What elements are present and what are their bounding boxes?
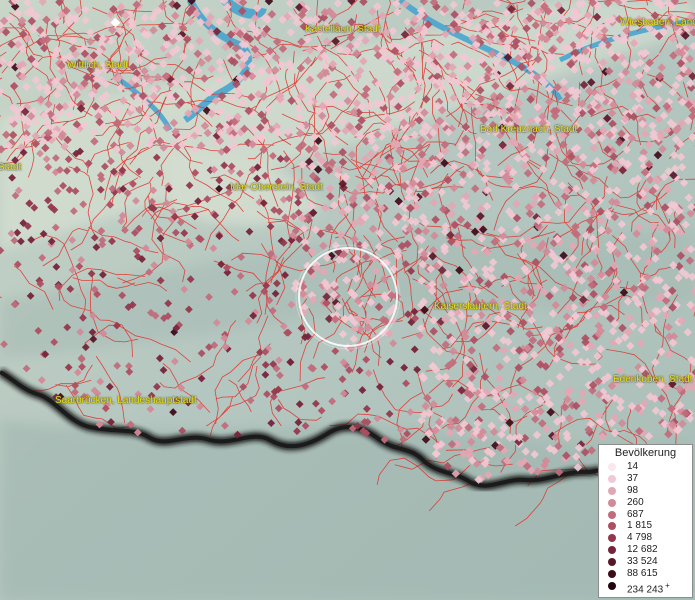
legend-title: Bevölkerung: [614, 447, 677, 459]
legend-item: 234 243 +: [599, 580, 692, 596]
legend-swatch: [608, 534, 616, 543]
legend-label: 1 815: [627, 520, 653, 532]
legend-item: 12 682: [599, 544, 692, 556]
legend-item: 33 524: [599, 556, 692, 568]
legend-label: 4 798: [627, 532, 653, 544]
legend-item: 14: [599, 461, 692, 473]
legend-swatch: [608, 581, 616, 590]
label-wittlich[interactable]: Wittlich, Stadt: [67, 60, 128, 71]
legend-swatch: [608, 498, 616, 507]
legend-label: 37: [627, 472, 639, 484]
label-edenkoben[interactable]: Edenkoben, Stadt: [613, 374, 693, 385]
legend-swatch: [608, 486, 616, 495]
legend-swatch: [608, 570, 616, 579]
label-trier[interactable]: Stadt: [0, 162, 21, 173]
legend-swatch: [608, 558, 616, 567]
legend-swatch: [608, 463, 616, 471]
label-saarbruecken[interactable]: Saarbrücken, Landeshauptstadt: [55, 395, 197, 406]
legend-swatch: [608, 474, 616, 483]
legend-item: 88 615: [599, 568, 692, 580]
legend-swatch: [608, 522, 616, 531]
legend-swatch: [608, 510, 616, 519]
legend-swatch: [608, 546, 616, 555]
label-wiesbaden[interactable]: Wiesbaden, Landeshauptstadt: [620, 17, 695, 28]
legend-item: 4 798: [599, 532, 692, 544]
label-bad-kreuznach[interactable]: Bad Kreuznach, Stadt: [480, 124, 577, 135]
legend-item: 260: [599, 497, 692, 509]
legend-plus: +: [665, 580, 670, 590]
label-kaiserslautern[interactable]: Kaiserslautern, Stadt: [434, 301, 527, 312]
label-kastellaun[interactable]: Kastellaun, Stadt: [305, 24, 381, 35]
legend-label: 33 524: [627, 556, 658, 568]
legend-label: 88 615: [627, 568, 658, 580]
legend-label: 687: [627, 508, 644, 520]
legend-item: 37: [599, 473, 692, 485]
map-canvas[interactable]: [0, 0, 695, 600]
legend-label: 14: [627, 461, 639, 472]
legend-label: 12 682: [627, 544, 658, 556]
population-legend: Bevölkerung 14 37 98 260 687 1 815 4 798…: [598, 444, 693, 598]
label-idar-oberstein[interactable]: Idar-Oberstein, Stadt: [230, 182, 323, 193]
legend-label: 234 243: [627, 584, 664, 596]
legend-label: 260: [627, 496, 644, 508]
legend-label: 98: [627, 484, 639, 496]
map-view[interactable]: Kastellaun, Stadt Wiesbaden, Landeshaupt…: [0, 0, 695, 600]
legend-item: 98: [599, 485, 692, 497]
legend-item: 1 815: [599, 520, 692, 532]
legend-item: 687: [599, 509, 692, 521]
